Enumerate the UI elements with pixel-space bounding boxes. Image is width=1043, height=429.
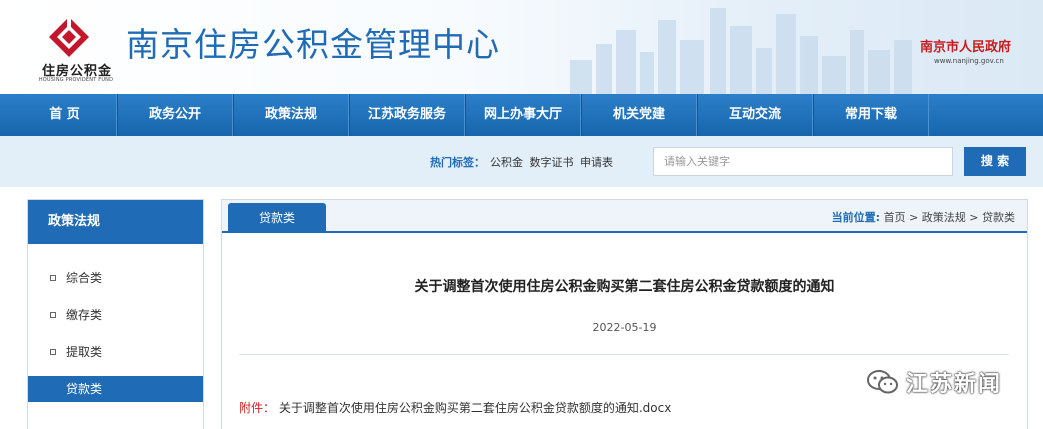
breadcrumb-loans[interactable]: 贷款类 (982, 211, 1015, 224)
breadcrumb-policies[interactable]: 政策法规 (922, 211, 966, 224)
nav-item-policies[interactable]: 政策法规 (233, 94, 349, 136)
content-tabbar: 贷款类 当前位置: 首页 > 政策法规 > 贷款类 (222, 200, 1027, 233)
site-header: 住房公积金 HOUSING PROVIDENT FUND 南京住房公积金管理中心… (0, 0, 1043, 94)
breadcrumb-home[interactable]: 首页 (884, 211, 906, 224)
gov-name: 南京市人民政府 (920, 40, 1012, 55)
gov-url: www.nanjing.gov.cn (934, 57, 1004, 65)
hot-tag-provident-fund[interactable]: 公积金 (490, 156, 523, 169)
hot-tag-digital-certificate[interactable]: 数字证书 (530, 156, 574, 169)
breadcrumb-separator: > (969, 211, 979, 224)
nav-item-government-affairs[interactable]: 政务公开 (117, 94, 233, 136)
sidebar-item-withdrawal[interactable]: 提取类 (28, 334, 203, 371)
article-divider (239, 354, 1009, 355)
wechat-icon (867, 370, 898, 394)
sidebar-list: 综合类 缴存类 提取类 贷款类 (28, 244, 203, 402)
sidebar-item-loans[interactable]: 贷款类 (28, 376, 203, 402)
breadcrumb-label: 当前位置: (831, 211, 881, 224)
watermark-text: 江苏新闻 (906, 372, 1003, 397)
hot-tag-application-form[interactable]: 申请表 (580, 156, 613, 169)
sidebar: 政策法规 综合类 缴存类 提取类 贷款类 (27, 199, 204, 429)
attachment-label: 附件： (239, 401, 276, 415)
bullet-square-icon (50, 311, 56, 318)
sidebar-item-label: 缴存类 (66, 308, 103, 322)
bullet-square-icon (50, 348, 56, 355)
nav-item-home[interactable]: 首 页 (13, 94, 117, 136)
hot-tags: 公积金 数字证书 申请表 (490, 154, 616, 170)
nav-item-downloads[interactable]: 常用下载 (813, 94, 929, 136)
nav-item-jiangsu-services[interactable]: 江苏政务服务 (349, 94, 465, 136)
article-title: 关于调整首次使用住房公积金购买第二套住房公积金贷款额度的通知 (414, 279, 835, 295)
nav-item-online-hall[interactable]: 网上办事大厅 (465, 94, 581, 136)
sidebar-item-label: 综合类 (66, 271, 103, 285)
city-skyline-decoration (570, 8, 912, 94)
bullet-square-icon (50, 386, 56, 392)
sidebar-item-deposit[interactable]: 缴存类 (28, 297, 203, 334)
tab-loans[interactable]: 贷款类 (228, 203, 326, 233)
sidebar-item-label: 贷款类 (66, 382, 103, 396)
site-title: 南京住房公积金管理中心 (126, 25, 500, 64)
sidebar-item-general[interactable]: 综合类 (28, 260, 203, 297)
bullet-square-icon (50, 274, 56, 281)
search-button[interactable]: 搜 索 (964, 147, 1026, 176)
sidebar-item-label: 提取类 (66, 345, 103, 359)
hot-tags-label: 热门标签： (430, 156, 485, 169)
nav-item-interaction[interactable]: 互动交流 (697, 94, 813, 136)
housing-fund-logo-icon (49, 16, 89, 57)
breadcrumb: 当前位置: 首页 > 政策法规 > 贷款类 (832, 209, 1015, 225)
search-input[interactable]: 请输入关键字 (653, 147, 953, 176)
attachment-file-link[interactable]: 关于调整首次使用住房公积金购买第二套住房公积金贷款额度的通知.docx (279, 401, 671, 415)
main-navigation: 首 页 政务公开 政策法规 江苏政务服务 网上办事大厅 机关党建 互动交流 常用… (0, 94, 1043, 136)
article-date: 2022-05-19 (592, 321, 657, 334)
page: 住房公积金 HOUSING PROVIDENT FUND 南京住房公积金管理中心… (0, 0, 1043, 429)
nanjing-government-link[interactable]: 南京市人民政府 www.nanjing.gov.cn (920, 36, 1030, 65)
breadcrumb-separator: > (909, 211, 919, 224)
watermark: 江苏新闻 (866, 366, 1002, 398)
search-bar: 热门标签： 公积金 数字证书 申请表 请输入关键字 搜 索 (0, 136, 1043, 187)
attachment: 附件： 关于调整首次使用住房公积金购买第二套住房公积金贷款额度的通知.docx (239, 399, 671, 416)
site-logo[interactable]: 住房公积金 HOUSING PROVIDENT FUND (28, 14, 118, 84)
nav-item-party-building[interactable]: 机关党建 (581, 94, 697, 136)
logo-english-text: HOUSING PROVIDENT FUND (38, 77, 114, 83)
sidebar-heading: 政策法规 (28, 200, 203, 244)
